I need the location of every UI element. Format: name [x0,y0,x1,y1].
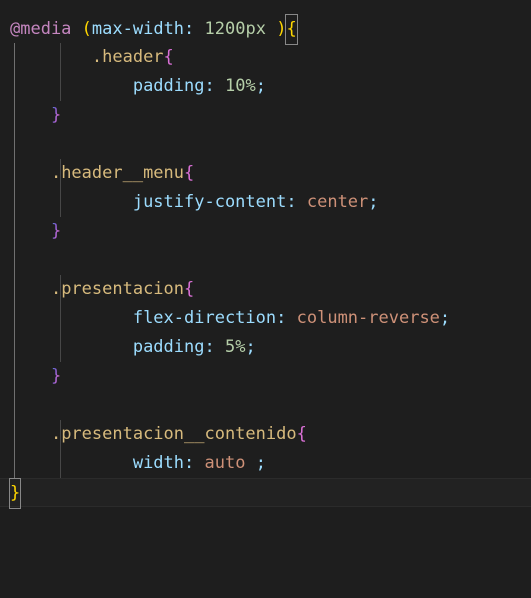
token-brace2: { [184,163,195,183]
token-prop: padding [132,337,205,357]
token-prop: padding [132,76,205,96]
token-selector: .header__menu [50,163,185,183]
token-atrule: @media [10,19,72,39]
token-punc: : [204,76,215,96]
code-line-content: padding: 10%; [0,72,531,101]
code-line-content: } [0,478,531,509]
token-prop: flex-direction [132,308,277,328]
token-punc: : [184,453,195,473]
indent-guide-active [14,130,15,159]
code-line[interactable]: } [0,362,531,391]
closing-brace: } [50,366,62,386]
token-punc: : [286,192,297,212]
code-line[interactable]: .presentacion__contenido{ [0,420,531,449]
code-line[interactable]: flex-direction: column-reverse; [0,304,531,333]
code-line[interactable]: padding: 5%; [0,333,531,362]
token-punc: : [276,308,287,328]
token-punc: : [204,337,215,357]
code-line[interactable] [0,130,531,159]
token-punc: ; [255,453,266,473]
code-line-content: @media (max-width: 1200px ){ [0,14,531,45]
token-punc: ; [439,308,451,328]
token-selector: .presentacion [50,279,185,299]
token-num: 5% [224,337,246,357]
code-line-content: .header__menu{ [0,159,531,188]
token-paren: ( [81,19,92,39]
token-num: 10% [224,76,256,96]
token-keyword: center [306,192,369,212]
code-line-content: justify-content: center; [0,188,531,217]
code-line-content: } [0,101,531,130]
token-punc: ; [255,76,266,96]
code-line-content: .header{ [0,43,531,72]
token-brace2: { [163,47,174,67]
token-selector: .presentacion__contenido [50,424,297,444]
code-line-content: padding: 5%; [0,333,531,362]
closing-brace: } [50,105,62,125]
token-prop: justify-content [132,192,287,212]
code-line[interactable]: } [0,217,531,246]
token-num: 1200px [204,19,266,39]
code-line-content: } [0,217,531,246]
code-line[interactable]: justify-content: center; [0,188,531,217]
indent-guide-active [14,246,15,275]
code-line[interactable]: } [0,101,531,130]
code-line[interactable]: .header{ [0,43,531,72]
code-line[interactable]: .presentacion{ [0,275,531,304]
code-line-content: .presentacion__contenido{ [0,420,531,449]
code-editor[interactable]: @media (max-width: 1200px ){ .header{ pa… [0,0,531,598]
code-line[interactable] [0,246,531,275]
bracket-match-highlight: { [285,14,298,45]
code-lines-container[interactable]: @media (max-width: 1200px ){ .header{ pa… [0,14,531,509]
token-prop: max-width [91,19,185,39]
code-line-content: flex-direction: column-reverse; [0,304,531,333]
bracket-match-highlight: } [9,478,22,509]
token-punc: ; [368,192,379,212]
token-prop: width [132,453,185,473]
token-brace2: { [184,279,195,299]
code-line[interactable]: width: auto ; [0,449,531,478]
code-line[interactable]: @media (max-width: 1200px ){ [0,14,531,45]
token-punc: ; [245,337,256,357]
token-selector: .header [91,47,164,67]
closing-brace: } [50,221,62,241]
code-line[interactable]: .header__menu{ [0,159,531,188]
token-brace2: { [296,424,307,444]
token-keyword: column-reverse [296,308,440,328]
code-line-content: } [0,362,531,391]
token-keyword: auto [204,453,246,473]
indent-guide-active [14,391,15,420]
token-punc: : [184,19,195,39]
code-line-content: width: auto ; [0,449,531,478]
code-line-content: .presentacion{ [0,275,531,304]
code-line[interactable]: padding: 10%; [0,72,531,101]
code-line[interactable]: } [0,478,531,509]
code-line[interactable] [0,391,531,420]
